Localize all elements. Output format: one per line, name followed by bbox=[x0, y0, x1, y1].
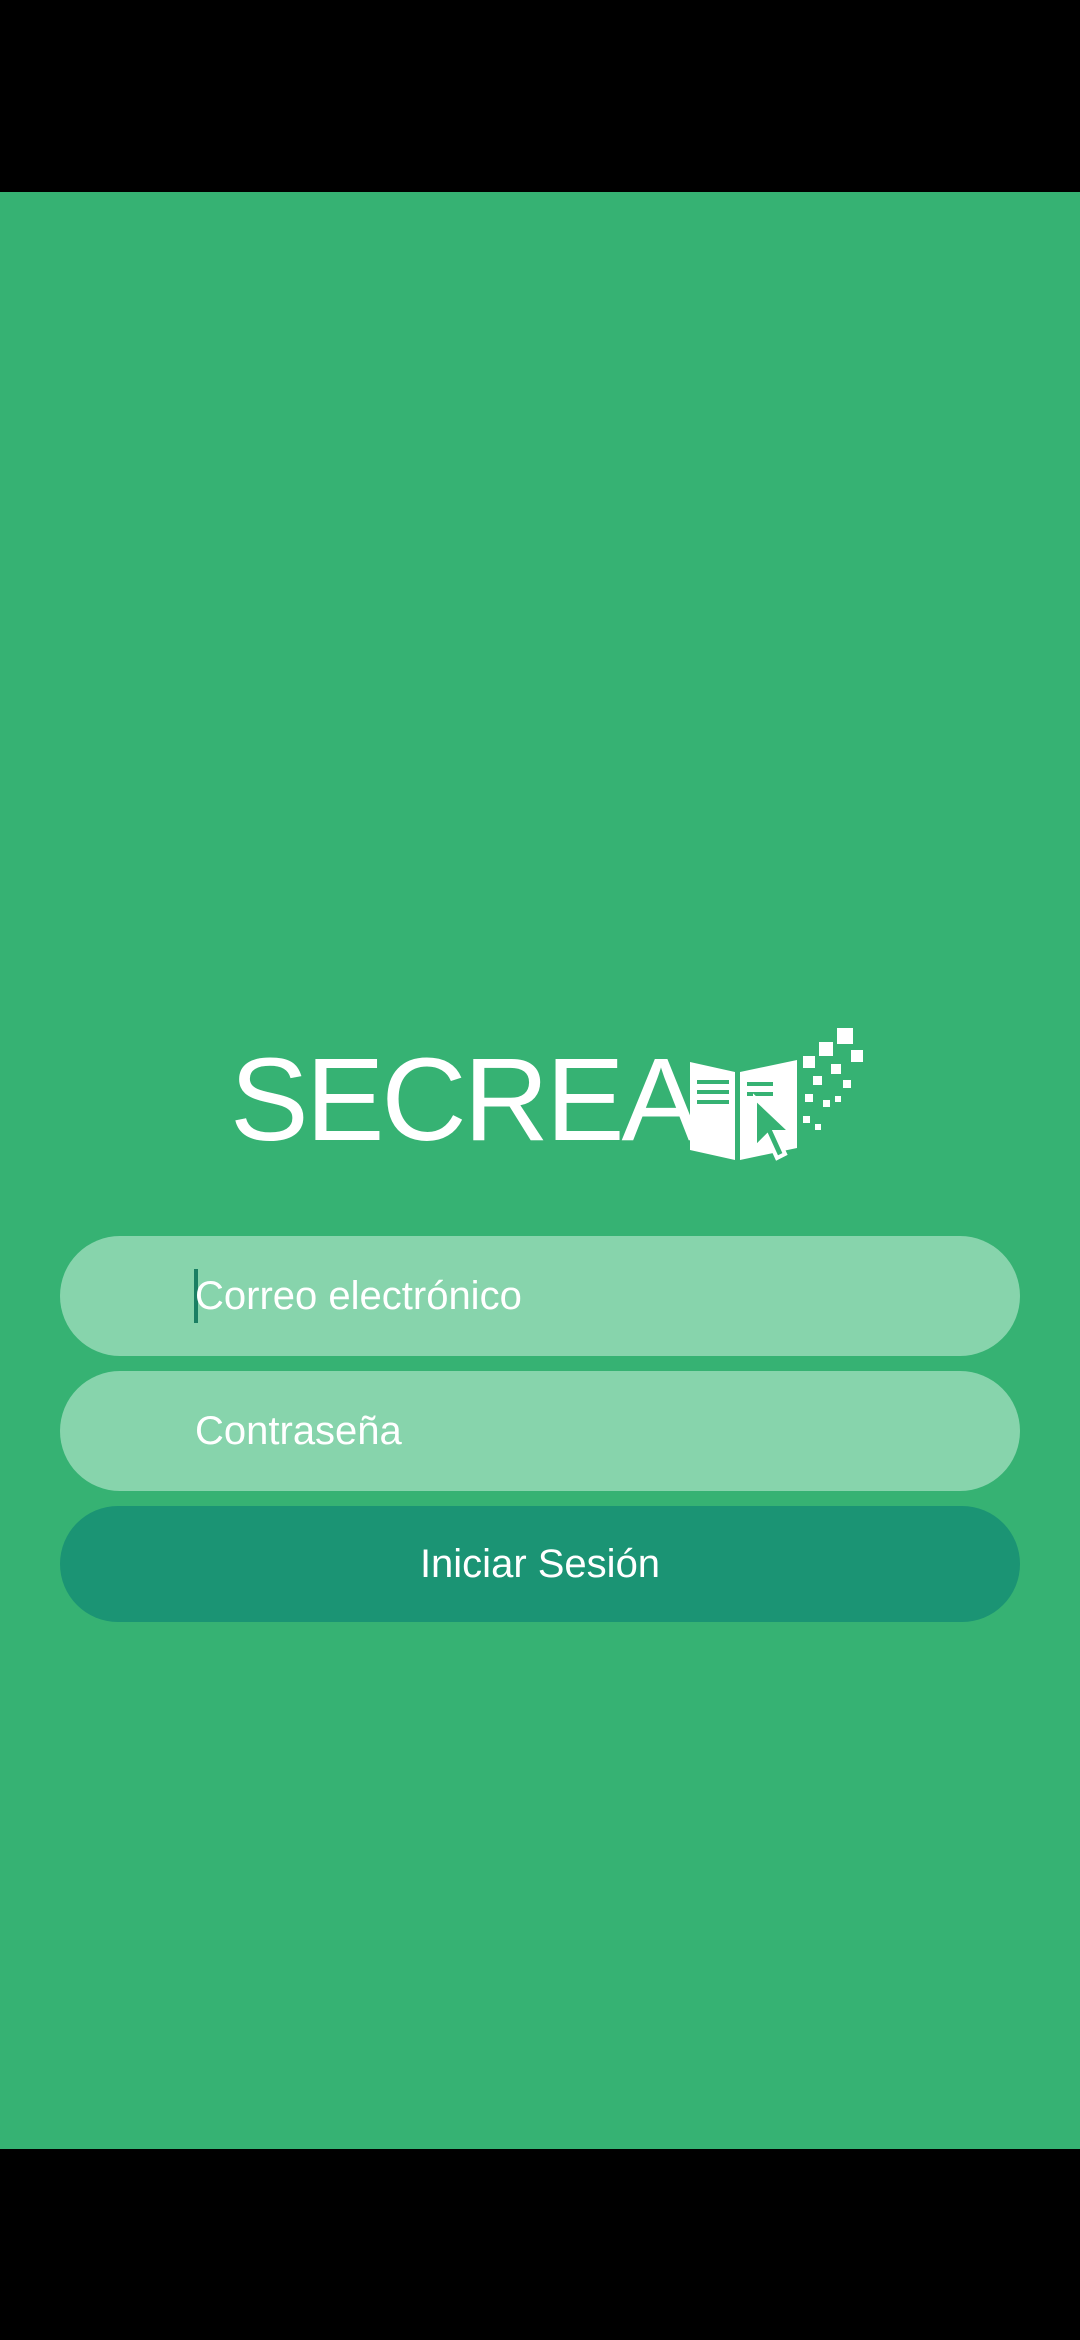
secrea-logo: SECREA bbox=[230, 1020, 870, 1170]
login-screen bbox=[0, 192, 1080, 2149]
email-placeholder: Correo electrónico bbox=[195, 1274, 522, 1318]
navigation-bar bbox=[0, 2149, 1080, 2340]
status-bar bbox=[0, 0, 1080, 192]
email-field[interactable]: Correo electrónico bbox=[60, 1236, 1020, 1356]
password-placeholder: Contraseña bbox=[195, 1409, 402, 1453]
password-field[interactable]: Contraseña bbox=[60, 1371, 1020, 1491]
logo-text: SECREA bbox=[230, 1034, 700, 1166]
login-button-label: Iniciar Sesión bbox=[419, 1542, 661, 1586]
login-button[interactable]: Iniciar Sesión bbox=[60, 1506, 1020, 1622]
book-cursor-icon bbox=[690, 1028, 863, 1161]
